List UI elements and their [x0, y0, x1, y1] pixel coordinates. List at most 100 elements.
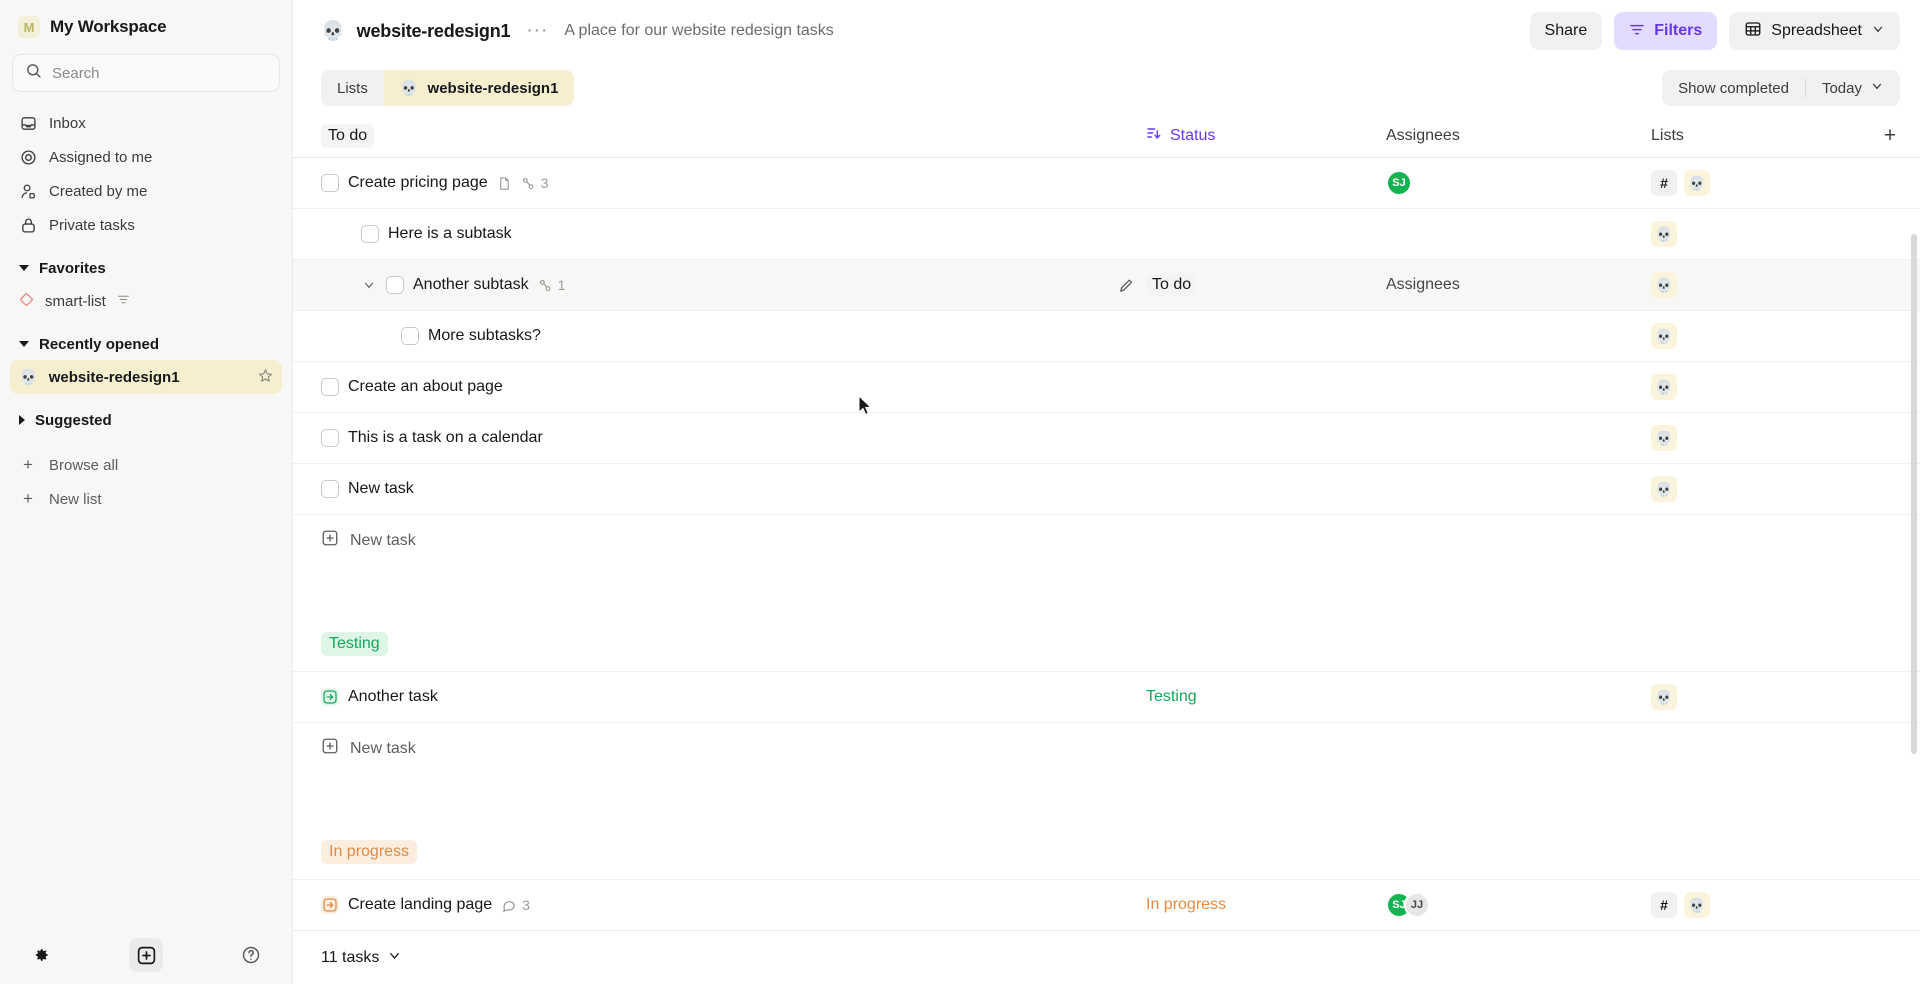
- task-status-cell[interactable]: Testing: [1146, 688, 1386, 706]
- column-header-lists[interactable]: Lists: [1651, 127, 1860, 145]
- edit-task-button[interactable]: [1106, 277, 1146, 294]
- column-header-assignees[interactable]: Assignees: [1386, 127, 1651, 145]
- filters-button[interactable]: Filters: [1614, 12, 1718, 50]
- column-header-status[interactable]: Status: [1146, 125, 1386, 146]
- share-button[interactable]: Share: [1529, 12, 1603, 50]
- search-box[interactable]: [12, 54, 280, 92]
- skull-list-icon[interactable]: 💀: [1651, 476, 1677, 502]
- task-lists-cell[interactable]: 💀: [1651, 221, 1860, 247]
- tab-lists[interactable]: Lists: [321, 70, 384, 106]
- date-filter-button[interactable]: Today: [1806, 70, 1900, 106]
- sidebar-item-created-by-me[interactable]: Created by me: [10, 174, 282, 208]
- skull-list-icon[interactable]: 💀: [1651, 272, 1677, 298]
- skull-list-icon[interactable]: 💀: [1651, 374, 1677, 400]
- table-row[interactable]: Create pricing page 3 SJ # 💀: [293, 158, 1920, 209]
- table-row[interactable]: Create an about page 💀: [293, 362, 1920, 413]
- table-row[interactable]: Create landing page 3 In progress SJ JJ …: [293, 880, 1920, 930]
- task-lists-cell[interactable]: # 💀: [1651, 170, 1860, 196]
- browse-all-button[interactable]: + Browse all: [10, 448, 282, 482]
- status-arrow-icon[interactable]: [321, 896, 339, 914]
- task-assignees-cell[interactable]: SJ: [1386, 170, 1651, 196]
- task-checkbox[interactable]: [401, 327, 419, 345]
- task-name-cell[interactable]: Create landing page 3: [321, 896, 1106, 914]
- view-switcher-button[interactable]: Spreadsheet: [1729, 12, 1900, 50]
- help-button[interactable]: [234, 938, 268, 972]
- chevron-down-icon[interactable]: [387, 948, 402, 968]
- task-name-cell[interactable]: This is a task on a calendar: [321, 429, 1106, 447]
- skull-list-icon[interactable]: 💀: [1651, 425, 1677, 451]
- hash-list-icon[interactable]: #: [1651, 892, 1677, 918]
- group-header-testing[interactable]: Testing: [293, 616, 1920, 672]
- sidebar-item-assigned-to-me[interactable]: Assigned to me: [10, 140, 282, 174]
- skull-list-icon[interactable]: 💀: [1651, 221, 1677, 247]
- assignees-placeholder: Assignees: [1386, 276, 1460, 293]
- skull-list-icon[interactable]: 💀: [1651, 684, 1677, 710]
- task-checkbox[interactable]: [321, 429, 339, 447]
- table-row[interactable]: This is a task on a calendar 💀: [293, 413, 1920, 464]
- task-name-cell[interactable]: Create an about page: [321, 378, 1106, 396]
- task-assignees-cell[interactable]: Assignees: [1386, 276, 1651, 294]
- more-options-icon[interactable]: ···: [522, 20, 552, 42]
- vertical-scrollbar[interactable]: [1911, 234, 1917, 754]
- show-completed-button[interactable]: Show completed: [1662, 70, 1805, 106]
- task-status-cell[interactable]: In progress: [1146, 896, 1386, 914]
- chevron-down-icon[interactable]: [361, 278, 377, 292]
- task-assignees-cell[interactable]: SJ JJ: [1386, 892, 1651, 918]
- task-name-cell[interactable]: More subtasks?: [321, 327, 1106, 345]
- sidebar-item-inbox[interactable]: Inbox: [10, 106, 282, 140]
- table-row[interactable]: More subtasks? 💀: [293, 311, 1920, 362]
- task-lists-cell[interactable]: # 💀: [1651, 892, 1860, 918]
- task-name-cell[interactable]: Here is a subtask: [321, 225, 1106, 243]
- new-task-button[interactable]: New task: [293, 515, 1920, 566]
- sidebar-item-smart-list[interactable]: smart-list: [10, 284, 282, 318]
- section-suggested[interactable]: Suggested: [10, 404, 282, 436]
- table-row[interactable]: New task 💀: [293, 464, 1920, 515]
- task-lists-cell[interactable]: 💀: [1651, 374, 1860, 400]
- page-subtitle[interactable]: A place for our website redesign tasks: [564, 22, 833, 40]
- column-header-name[interactable]: To do: [321, 123, 1106, 148]
- avatar[interactable]: JJ: [1404, 892, 1430, 918]
- task-checkbox[interactable]: [321, 174, 339, 192]
- status-arrow-icon[interactable]: [321, 688, 339, 706]
- page-title[interactable]: website-redesign1: [357, 21, 511, 42]
- task-lists-cell[interactable]: 💀: [1651, 272, 1860, 298]
- table-row[interactable]: Another subtask 1 To do Assignees 💀: [293, 260, 1920, 311]
- star-icon[interactable]: [258, 368, 273, 386]
- new-task-button[interactable]: New task: [293, 723, 1920, 774]
- task-status-cell[interactable]: To do: [1146, 274, 1386, 296]
- skull-list-icon[interactable]: 💀: [1684, 170, 1710, 196]
- new-button[interactable]: [129, 938, 163, 972]
- search-input[interactable]: [52, 64, 267, 82]
- sidebar-item-website-redesign1[interactable]: 💀 website-redesign1: [10, 360, 282, 394]
- task-lists-cell[interactable]: 💀: [1651, 476, 1860, 502]
- hash-list-icon[interactable]: #: [1651, 170, 1677, 196]
- task-name-cell[interactable]: Create pricing page 3: [321, 174, 1106, 192]
- workspace-header[interactable]: M My Workspace: [0, 0, 292, 48]
- avatar[interactable]: SJ: [1386, 170, 1412, 196]
- task-lists-cell[interactable]: 💀: [1651, 323, 1860, 349]
- task-checkbox[interactable]: [361, 225, 379, 243]
- task-checkbox[interactable]: [386, 276, 404, 294]
- task-table: To do Status Assignees Lists + Create pr…: [293, 114, 1920, 930]
- plus-square-icon: [321, 529, 339, 552]
- task-lists-cell[interactable]: 💀: [1651, 425, 1860, 451]
- settings-button[interactable]: [24, 938, 58, 972]
- tab-website-redesign1[interactable]: 💀 website-redesign1: [383, 70, 575, 106]
- section-recently-opened[interactable]: Recently opened: [10, 328, 282, 360]
- task-checkbox[interactable]: [321, 378, 339, 396]
- new-list-button[interactable]: + New list: [10, 482, 282, 516]
- table-row[interactable]: Here is a subtask 💀: [293, 209, 1920, 260]
- section-favorites[interactable]: Favorites: [10, 252, 282, 284]
- skull-list-icon[interactable]: 💀: [1651, 323, 1677, 349]
- task-lists-cell[interactable]: 💀: [1651, 684, 1860, 710]
- task-name-cell[interactable]: New task: [321, 480, 1106, 498]
- task-checkbox[interactable]: [321, 480, 339, 498]
- task-name-cell[interactable]: Another subtask 1: [321, 276, 1106, 294]
- skull-list-icon[interactable]: 💀: [1684, 892, 1710, 918]
- sidebar-item-private-tasks[interactable]: Private tasks: [10, 208, 282, 242]
- table-row[interactable]: Another task Testing 💀: [293, 672, 1920, 723]
- add-column-button[interactable]: +: [1860, 124, 1920, 148]
- group-header-in-progress[interactable]: In progress: [293, 824, 1920, 880]
- task-name-cell[interactable]: Another task: [321, 688, 1106, 706]
